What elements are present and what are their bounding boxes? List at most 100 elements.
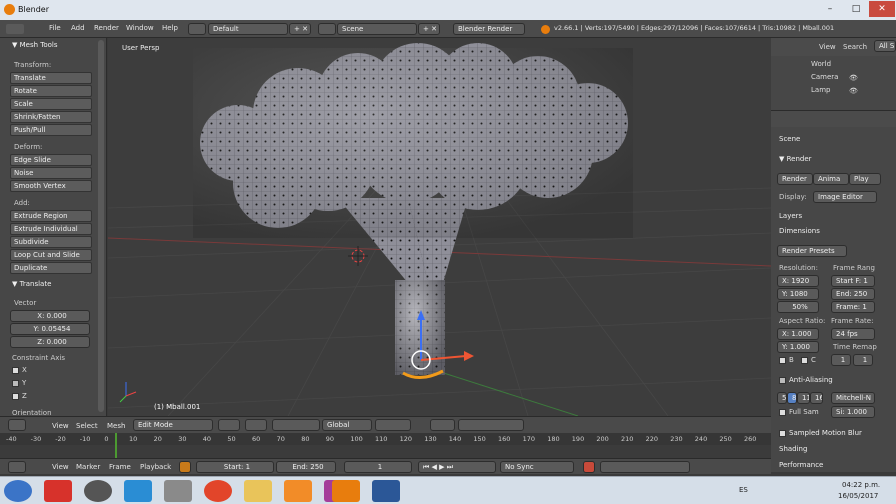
timeline-view-menu[interactable]: View	[52, 463, 69, 471]
border-checkbox[interactable]: B	[779, 356, 794, 364]
shrink-fatten-button[interactable]: Shrink/Fatten	[10, 111, 92, 123]
layers-panel-header[interactable]: Layers	[779, 212, 802, 220]
tool-shelf-scrollbar[interactable]	[98, 40, 104, 412]
animation-button[interactable]: Anima	[813, 173, 849, 185]
vector-x-field[interactable]: X: 0.000	[10, 310, 90, 322]
manipulator-buttons[interactable]	[272, 419, 320, 431]
clock-date[interactable]: 16/05/2017	[838, 492, 878, 500]
chrome-icon[interactable]	[204, 480, 232, 502]
3d-viewport[interactable]: User Persp (1) Mball.001	[108, 38, 771, 416]
rotate-button[interactable]: Rotate	[10, 85, 92, 97]
remap-old-field[interactable]: 1	[831, 354, 851, 366]
view-menu[interactable]: View	[52, 422, 69, 430]
menu-add[interactable]: Add	[71, 24, 85, 32]
play-button[interactable]: Play	[849, 173, 881, 185]
minimize-button[interactable]: –	[817, 1, 843, 17]
layout-select[interactable]: Default	[208, 23, 288, 35]
render-panel-header[interactable]: ▼ Render	[779, 155, 812, 163]
word-icon[interactable]	[372, 480, 400, 502]
menu-window[interactable]: Window	[126, 24, 154, 32]
crop-checkbox[interactable]: C	[801, 356, 816, 364]
shading-select[interactable]	[218, 419, 240, 431]
scene-select[interactable]: Scene	[337, 23, 417, 35]
scale-button[interactable]: Scale	[10, 98, 92, 110]
keying-set-field[interactable]	[600, 461, 690, 473]
folder-icon[interactable]	[244, 480, 272, 502]
aspect-x-field[interactable]: X: 1.000	[777, 328, 819, 340]
anti-aliasing-panel-header[interactable]: Anti-Aliasing	[779, 376, 833, 384]
layout-icon[interactable]	[188, 23, 206, 35]
remap-new-field[interactable]: 1	[853, 354, 873, 366]
timeline[interactable]: -40 -30 -20 -10 0 10 20 30 40 50 60 70 80 90 100 110 120…	[0, 433, 771, 458]
mesh-menu[interactable]: Mesh	[107, 422, 125, 430]
app-icon-2[interactable]	[84, 480, 112, 502]
noise-button[interactable]: Noise	[10, 167, 92, 179]
outliner-item-lamp[interactable]: Lamp	[811, 86, 830, 94]
render-presets-select[interactable]: Render Presets	[777, 245, 847, 257]
eye-icon[interactable]: 👁	[849, 87, 858, 95]
menu-help[interactable]: Help	[162, 24, 178, 32]
language-indicator[interactable]: ES	[739, 486, 748, 494]
outliner-filter-select[interactable]: All S	[874, 40, 896, 52]
extrude-individual-button[interactable]: Extrude Individual	[10, 223, 92, 235]
menu-render[interactable]: Render	[94, 24, 119, 32]
end-frame-prop[interactable]: End: 250	[831, 288, 875, 300]
motion-blur-panel-header[interactable]: Sampled Motion Blur	[779, 429, 862, 437]
media-player-icon[interactable]	[284, 480, 312, 502]
dimensions-panel-header[interactable]: Dimensions	[779, 227, 820, 235]
performance-panel-header[interactable]: Performance	[779, 461, 823, 469]
resolution-x-field[interactable]: X: 1920	[777, 275, 819, 287]
axis-y-checkbox[interactable]: Y	[12, 379, 26, 387]
loop-cut-button[interactable]: Loop Cut and Slide	[10, 249, 92, 261]
app-icon-1[interactable]	[44, 480, 72, 502]
display-select[interactable]: Image Editor	[813, 191, 877, 203]
proportional-edit-button[interactable]	[430, 419, 455, 431]
timeline-editor-icon[interactable]	[8, 461, 26, 473]
playback-controls[interactable]: ⏮ ◀ ▶ ⏭	[418, 461, 496, 473]
scene-add-remove[interactable]: + ✕	[418, 23, 440, 35]
eye-icon[interactable]: 👁	[849, 74, 858, 82]
aspect-y-field[interactable]: Y: 1.000	[777, 341, 819, 353]
aa-5-button[interactable]: 5	[777, 392, 787, 404]
marker-menu[interactable]: Marker	[76, 463, 100, 471]
network-icon[interactable]	[164, 480, 192, 502]
start-frame-field[interactable]: Start: 1	[196, 461, 274, 473]
preview-range-button[interactable]	[179, 461, 191, 473]
blender-taskbar-icon[interactable]	[332, 480, 360, 502]
select-menu[interactable]: Select	[76, 422, 98, 430]
frame-menu[interactable]: Frame	[109, 463, 131, 471]
resolution-percent-field[interactable]: 50%	[777, 301, 819, 313]
resolution-y-field[interactable]: Y: 1080	[777, 288, 819, 300]
duplicate-button[interactable]: Duplicate	[10, 262, 92, 274]
vector-z-field[interactable]: Z: 0.000	[10, 336, 90, 348]
aa-11-button[interactable]: 11	[797, 392, 810, 404]
scene-icon[interactable]	[318, 23, 336, 35]
sync-select[interactable]: No Sync	[500, 461, 574, 473]
maximize-button[interactable]: □	[843, 1, 869, 17]
full-sample-checkbox[interactable]: Full Sam	[779, 408, 819, 416]
smooth-vertex-button[interactable]: Smooth Vertex	[10, 180, 92, 192]
mode-select[interactable]: Edit Mode	[133, 419, 213, 431]
axis-x-checkbox[interactable]: X	[12, 366, 27, 374]
playback-menu[interactable]: Playback	[140, 463, 171, 471]
outliner-search-menu[interactable]: Search	[843, 43, 867, 51]
render-engine-select[interactable]: Blender Render	[453, 23, 525, 35]
shading-panel-header[interactable]: Shading	[779, 445, 807, 453]
subdivide-button[interactable]: Subdivide	[10, 236, 92, 248]
outliner-item-camera[interactable]: Camera	[811, 73, 838, 81]
operator-panel-header[interactable]: ▼ Translate	[12, 280, 51, 288]
edge-slide-button[interactable]: Edge Slide	[10, 154, 92, 166]
extrude-region-button[interactable]: Extrude Region	[10, 210, 92, 222]
vector-y-field[interactable]: Y: 0.05454	[10, 323, 90, 335]
aa-8-button[interactable]: 8	[787, 392, 797, 404]
outliner-item-world[interactable]: World	[811, 60, 831, 68]
end-frame-field[interactable]: End: 250	[276, 461, 336, 473]
fps-select[interactable]: 24 fps	[831, 328, 875, 340]
record-button[interactable]	[583, 461, 595, 473]
filter-size-field[interactable]: Si: 1.000	[831, 406, 875, 418]
aa-filter-select[interactable]: Mitchell-N	[831, 392, 875, 404]
push-pull-button[interactable]: Push/Pull	[10, 124, 92, 136]
orientation-select[interactable]: Global	[322, 419, 372, 431]
start-button[interactable]	[4, 480, 32, 502]
properties-tabs[interactable]	[771, 111, 896, 127]
